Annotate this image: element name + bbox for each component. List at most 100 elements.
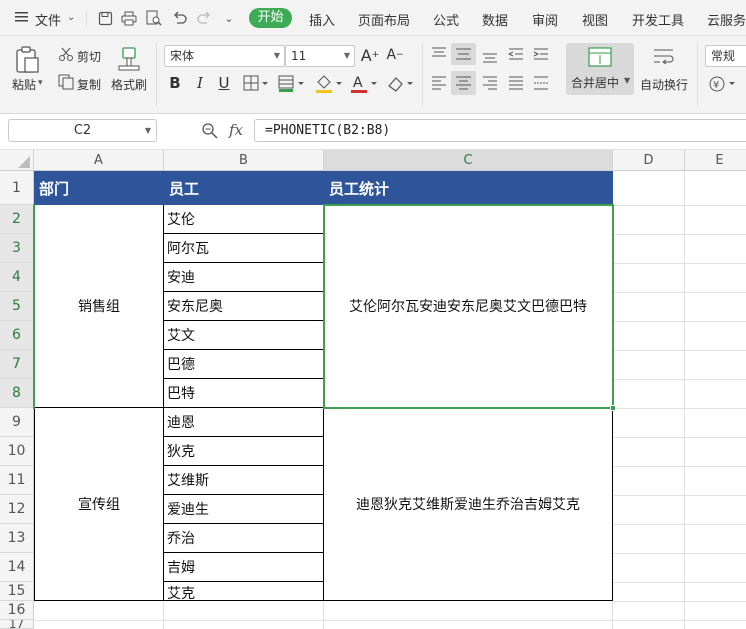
number-format-select[interactable]: 常规 xyxy=(705,45,746,67)
employee-cell[interactable]: 狄克 xyxy=(164,437,324,466)
employee-cell[interactable]: 艾克 xyxy=(164,582,324,601)
currency-icon[interactable]: ¥ xyxy=(708,74,738,94)
customize-toolbar-icon[interactable]: ⌄ xyxy=(220,9,238,27)
row-header-6[interactable]: 6 xyxy=(0,321,34,350)
row-header-9[interactable]: 9 xyxy=(0,408,34,437)
employee-cell[interactable]: 迪恩 xyxy=(164,408,324,437)
paste-icon[interactable] xyxy=(14,46,40,74)
scissors-icon[interactable] xyxy=(58,46,74,62)
format-painter-button[interactable]: 格式刷 xyxy=(111,76,147,93)
align-right-icon[interactable] xyxy=(481,74,499,92)
copy-button[interactable]: 复制 xyxy=(77,76,101,93)
row-header-11[interactable]: 11 xyxy=(0,466,34,495)
employee-cell[interactable]: 阿尔瓦 xyxy=(164,234,324,263)
row-header-3[interactable]: 3 xyxy=(0,234,34,263)
column-header-d[interactable]: D xyxy=(613,150,685,171)
italic-button[interactable]: I xyxy=(190,73,210,93)
underline-button[interactable]: U xyxy=(214,73,234,93)
header-cell-summary[interactable]: 员工统计 xyxy=(324,171,613,205)
borders-icon[interactable] xyxy=(243,75,269,93)
employee-cell[interactable]: 安迪 xyxy=(164,263,324,292)
employee-cell[interactable]: 爱迪生 xyxy=(164,495,324,524)
tab-formulas[interactable]: 公式 xyxy=(433,10,459,29)
increase-indent-icon[interactable] xyxy=(532,46,550,64)
row-header-14[interactable]: 14 xyxy=(0,553,34,582)
row-header-7[interactable]: 7 xyxy=(0,350,34,379)
font-name-select[interactable]: 宋体 ▼ xyxy=(164,45,285,67)
align-center-icon[interactable] xyxy=(451,71,476,95)
tab-cloud[interactable]: 云服务 xyxy=(707,10,746,29)
print-icon[interactable] xyxy=(120,9,138,27)
row-header-12[interactable]: 12 xyxy=(0,495,34,524)
justify-icon[interactable] xyxy=(507,74,525,92)
column-header-a[interactable]: A xyxy=(34,150,164,171)
font-color-icon[interactable]: A xyxy=(350,74,378,94)
align-bottom-icon[interactable] xyxy=(481,46,499,64)
print-preview-icon[interactable] xyxy=(145,9,163,27)
font-size-select[interactable]: 11 ▼ xyxy=(285,45,355,67)
employee-cell[interactable]: 艾维斯 xyxy=(164,466,324,495)
paste-button[interactable]: 粘贴 xyxy=(12,76,36,93)
column-header-b[interactable]: B xyxy=(164,150,324,171)
tab-review[interactable]: 审阅 xyxy=(532,10,558,29)
row-header-2[interactable]: 2 xyxy=(0,205,34,234)
fill-pattern-icon[interactable] xyxy=(278,75,306,93)
chevron-down-icon[interactable]: ▾ xyxy=(38,78,43,88)
decrease-font-icon[interactable]: A − xyxy=(385,45,405,65)
tab-home[interactable]: 开始 xyxy=(249,8,292,28)
column-header-c[interactable]: C xyxy=(324,150,613,171)
row-header-17[interactable]: 17 xyxy=(0,620,34,629)
employee-cell[interactable]: 乔治 xyxy=(164,524,324,553)
wrap-text-button[interactable]: 自动换行 xyxy=(640,76,688,93)
format-painter-icon[interactable] xyxy=(117,46,141,72)
row-header-13[interactable]: 13 xyxy=(0,524,34,553)
tab-page-layout[interactable]: 页面布局 xyxy=(358,10,410,29)
bold-button[interactable]: B xyxy=(165,73,185,93)
hamburger-icon[interactable] xyxy=(14,10,30,24)
row-header-10[interactable]: 10 xyxy=(0,437,34,466)
row-header-5[interactable]: 5 xyxy=(0,292,34,321)
row-header-16[interactable]: 16 xyxy=(0,601,34,620)
decrease-indent-icon[interactable] xyxy=(507,46,525,64)
formula-input[interactable]: =PHONETIC(B2:B8) xyxy=(254,119,746,142)
employee-cell[interactable]: 艾伦 xyxy=(164,205,324,234)
header-cell-employee[interactable]: 员工 xyxy=(164,171,324,205)
distribute-icon[interactable] xyxy=(532,74,550,92)
dept-cell-sales[interactable]: 销售组 xyxy=(34,205,164,408)
merge-center-button[interactable]: 合并居中 ▼ xyxy=(566,43,634,95)
row-header-8[interactable]: 8 xyxy=(0,379,34,408)
align-middle-icon[interactable] xyxy=(451,43,476,65)
employee-cell[interactable]: 艾文 xyxy=(164,321,324,350)
cut-button[interactable]: 剪切 xyxy=(77,48,101,65)
summary-cell-publicity[interactable]: 迪恩狄克艾维斯爱迪生乔治吉姆艾克 xyxy=(324,408,613,601)
file-menu[interactable]: 文件 xyxy=(35,10,61,29)
summary-cell-sales[interactable]: 艾伦阿尔瓦安迪安东尼奥艾文巴德巴特 xyxy=(324,205,613,408)
align-left-icon[interactable] xyxy=(430,74,448,92)
row-header-15[interactable]: 15 xyxy=(0,582,34,601)
employee-cell[interactable]: 巴德 xyxy=(164,350,324,379)
align-top-icon[interactable] xyxy=(430,46,448,64)
save-icon[interactable] xyxy=(96,9,114,27)
fill-color-icon[interactable] xyxy=(315,74,343,94)
wrap-text-icon[interactable] xyxy=(651,46,677,68)
tab-insert[interactable]: 插入 xyxy=(309,10,335,29)
select-all-corner[interactable] xyxy=(0,150,34,171)
increase-font-icon[interactable]: A + xyxy=(360,45,380,65)
eraser-icon[interactable] xyxy=(386,74,414,94)
employee-cell[interactable]: 吉姆 xyxy=(164,553,324,582)
tab-data[interactable]: 数据 xyxy=(482,10,508,29)
zoom-search-icon[interactable] xyxy=(201,122,219,140)
tab-developer[interactable]: 开发工具 xyxy=(632,10,684,29)
chevron-down-icon[interactable]: ⌄ xyxy=(67,12,75,23)
fx-icon[interactable]: fx xyxy=(229,121,243,139)
employee-cell[interactable]: 巴特 xyxy=(164,379,324,408)
row-header-4[interactable]: 4 xyxy=(0,263,34,292)
tab-view[interactable]: 视图 xyxy=(582,10,608,29)
name-box[interactable]: C2 ▼ xyxy=(8,119,157,142)
copy-icon[interactable] xyxy=(58,74,74,90)
undo-icon[interactable] xyxy=(170,9,188,27)
fill-handle[interactable] xyxy=(610,405,616,411)
row-header-1[interactable]: 1 xyxy=(0,171,34,205)
dept-cell-publicity[interactable]: 宣传组 xyxy=(34,408,164,601)
column-header-e[interactable]: E xyxy=(685,150,746,171)
